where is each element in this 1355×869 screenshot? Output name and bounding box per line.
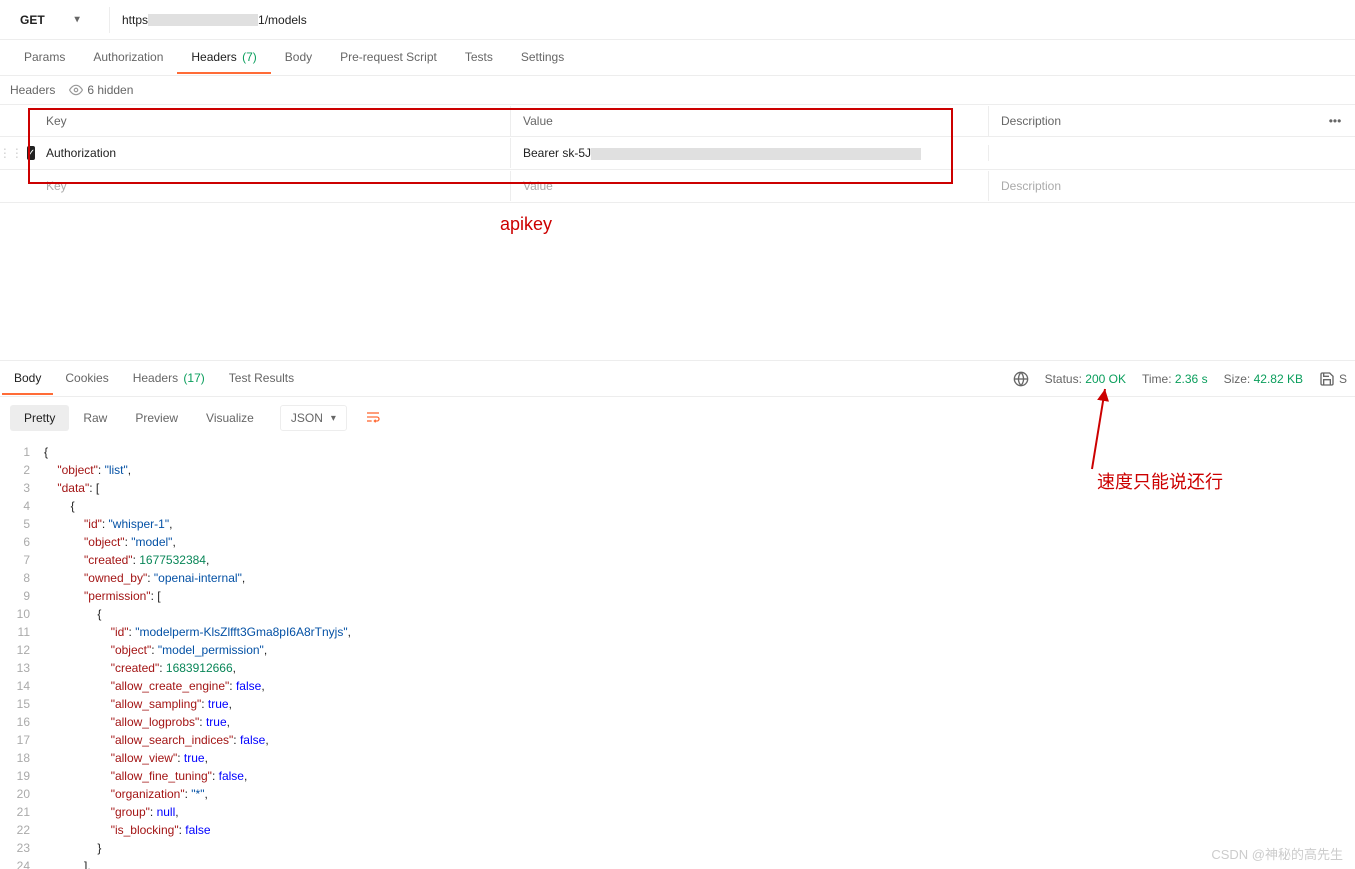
tab-authorization[interactable]: Authorization — [79, 42, 177, 74]
tab-settings[interactable]: Settings — [507, 42, 578, 74]
response-meta: Status: 200 OK Time: 2.36 s Size: 42.82 … — [1013, 371, 1353, 387]
code-line: 18 "allow_view": true, — [0, 749, 1355, 767]
resp-tab-headers-count: (17) — [183, 371, 204, 385]
hidden-count: 6 hidden — [87, 83, 133, 97]
code-line: 2 "object": "list", — [0, 461, 1355, 479]
headers-table: Key Value Description ••• ⋮⋮ ✓ Authoriza… — [0, 104, 1355, 203]
resp-tab-headers[interactable]: Headers (17) — [121, 363, 217, 395]
tab-headers-label: Headers — [191, 50, 236, 64]
code-line: 14 "allow_create_engine": false, — [0, 677, 1355, 695]
view-controls: Pretty Raw Preview Visualize JSON ▾ — [0, 397, 1355, 439]
annotation-apikey-label: apikey — [500, 214, 552, 235]
request-bar: GET ▾ https 1/models — [0, 0, 1355, 40]
row-value-text: Bearer sk-5J — [523, 146, 591, 160]
url-wrapper: https 1/models — [118, 13, 1345, 27]
wrap-lines-button[interactable] — [357, 404, 389, 433]
save-response[interactable]: S — [1319, 371, 1347, 387]
url-suffix[interactable]: 1/models — [258, 13, 307, 27]
code-line: 6 "object": "model", — [0, 533, 1355, 551]
time-label: Time: — [1142, 372, 1172, 386]
size-info: Size: 42.82 KB — [1224, 372, 1303, 386]
response-tabs: Body Cookies Headers (17) Test Results S… — [0, 361, 1355, 397]
code-line: 4 { — [0, 497, 1355, 515]
row-key[interactable]: Authorization — [34, 138, 510, 168]
response-section: Body Cookies Headers (17) Test Results S… — [0, 360, 1355, 869]
code-line: 22 "is_blocking": false — [0, 821, 1355, 839]
time-value: 2.36 s — [1175, 372, 1208, 386]
url-redacted — [148, 14, 258, 26]
status-label: Status: — [1045, 372, 1082, 386]
code-line: 13 "created": 1683912666, — [0, 659, 1355, 677]
size-value: 42.82 KB — [1254, 372, 1303, 386]
view-raw[interactable]: Raw — [69, 405, 121, 431]
resp-tab-cookies[interactable]: Cookies — [53, 363, 120, 395]
tab-tests[interactable]: Tests — [451, 42, 507, 74]
view-preview[interactable]: Preview — [121, 405, 192, 431]
tab-prerequest[interactable]: Pre-request Script — [326, 42, 451, 74]
row-description[interactable] — [988, 145, 1315, 161]
globe-icon[interactable] — [1013, 371, 1029, 387]
wrap-icon — [365, 409, 381, 425]
placeholder-value[interactable]: Value — [510, 171, 988, 201]
tab-params[interactable]: Params — [10, 42, 79, 74]
format-label: JSON — [291, 411, 323, 425]
request-tabs: Params Authorization Headers (7) Body Pr… — [0, 40, 1355, 76]
code-line: 10 { — [0, 605, 1355, 623]
table-row: ⋮⋮ ✓ Authorization Bearer sk-5J — [0, 137, 1355, 170]
save-icon — [1319, 371, 1335, 387]
code-line: 9 "permission": [ — [0, 587, 1355, 605]
status-value: 200 OK — [1085, 372, 1126, 386]
col-header-value: Value — [510, 106, 988, 136]
resp-tab-body[interactable]: Body — [2, 363, 53, 395]
headers-subheader: Headers 6 hidden — [0, 76, 1355, 104]
col-header-description: Description — [988, 106, 1315, 136]
table-header-row: Key Value Description ••• — [0, 104, 1355, 137]
code-line: 23 } — [0, 839, 1355, 857]
format-select[interactable]: JSON ▾ — [280, 405, 347, 431]
code-line: 20 "organization": "*", — [0, 785, 1355, 803]
drag-handle-icon[interactable]: ⋮⋮ — [0, 146, 25, 160]
view-pretty[interactable]: Pretty — [10, 405, 69, 431]
time-info: Time: 2.36 s — [1142, 372, 1208, 386]
code-line: 7 "created": 1677532384, — [0, 551, 1355, 569]
size-label: Size: — [1224, 372, 1251, 386]
col-header-key: Key — [34, 106, 510, 136]
chevron-down-icon: ▾ — [75, 14, 80, 25]
method-label: GET — [20, 13, 45, 27]
hidden-headers-toggle[interactable]: 6 hidden — [69, 83, 133, 97]
code-line: 5 "id": "whisper-1", — [0, 515, 1355, 533]
headers-title: Headers — [10, 83, 55, 97]
table-placeholder-row: Key Value Description — [0, 170, 1355, 203]
code-line: 21 "group": null, — [0, 803, 1355, 821]
code-line: 3 "data": [ — [0, 479, 1355, 497]
tab-headers-count: (7) — [242, 50, 257, 64]
eye-icon — [69, 83, 83, 97]
tab-body[interactable]: Body — [271, 42, 326, 74]
tab-headers[interactable]: Headers (7) — [177, 42, 270, 74]
save-label: S — [1339, 372, 1347, 386]
status-info: Status: 200 OK — [1045, 372, 1126, 386]
code-line: 16 "allow_logprobs": true, — [0, 713, 1355, 731]
code-line: 24 ], — [0, 857, 1355, 869]
code-line: 15 "allow_sampling": true, — [0, 695, 1355, 713]
placeholder-description[interactable]: Description — [988, 171, 1315, 201]
code-line: 12 "object": "model_permission", — [0, 641, 1355, 659]
row-value[interactable]: Bearer sk-5J — [510, 138, 988, 168]
resp-tab-headers-label: Headers — [133, 371, 178, 385]
code-line: 11 "id": "modelperm-KlsZlfft3Gma8pI6A8rT… — [0, 623, 1355, 641]
resp-tab-testresults[interactable]: Test Results — [217, 363, 306, 395]
code-line: 1{ — [0, 443, 1355, 461]
code-line: 8 "owned_by": "openai-internal", — [0, 569, 1355, 587]
url-prefix[interactable]: https — [118, 13, 148, 27]
response-body-code[interactable]: 1{2 "object": "list",3 "data": [4 {5 "id… — [0, 439, 1355, 869]
method-select[interactable]: GET ▾ — [10, 7, 110, 33]
more-options-icon[interactable]: ••• — [1315, 114, 1355, 128]
view-visualize[interactable]: Visualize — [192, 405, 268, 431]
placeholder-key[interactable]: Key — [34, 171, 510, 201]
chevron-down-icon: ▾ — [331, 413, 336, 424]
code-line: 17 "allow_search_indices": false, — [0, 731, 1355, 749]
value-redacted — [591, 148, 921, 160]
code-line: 19 "allow_fine_tuning": false, — [0, 767, 1355, 785]
